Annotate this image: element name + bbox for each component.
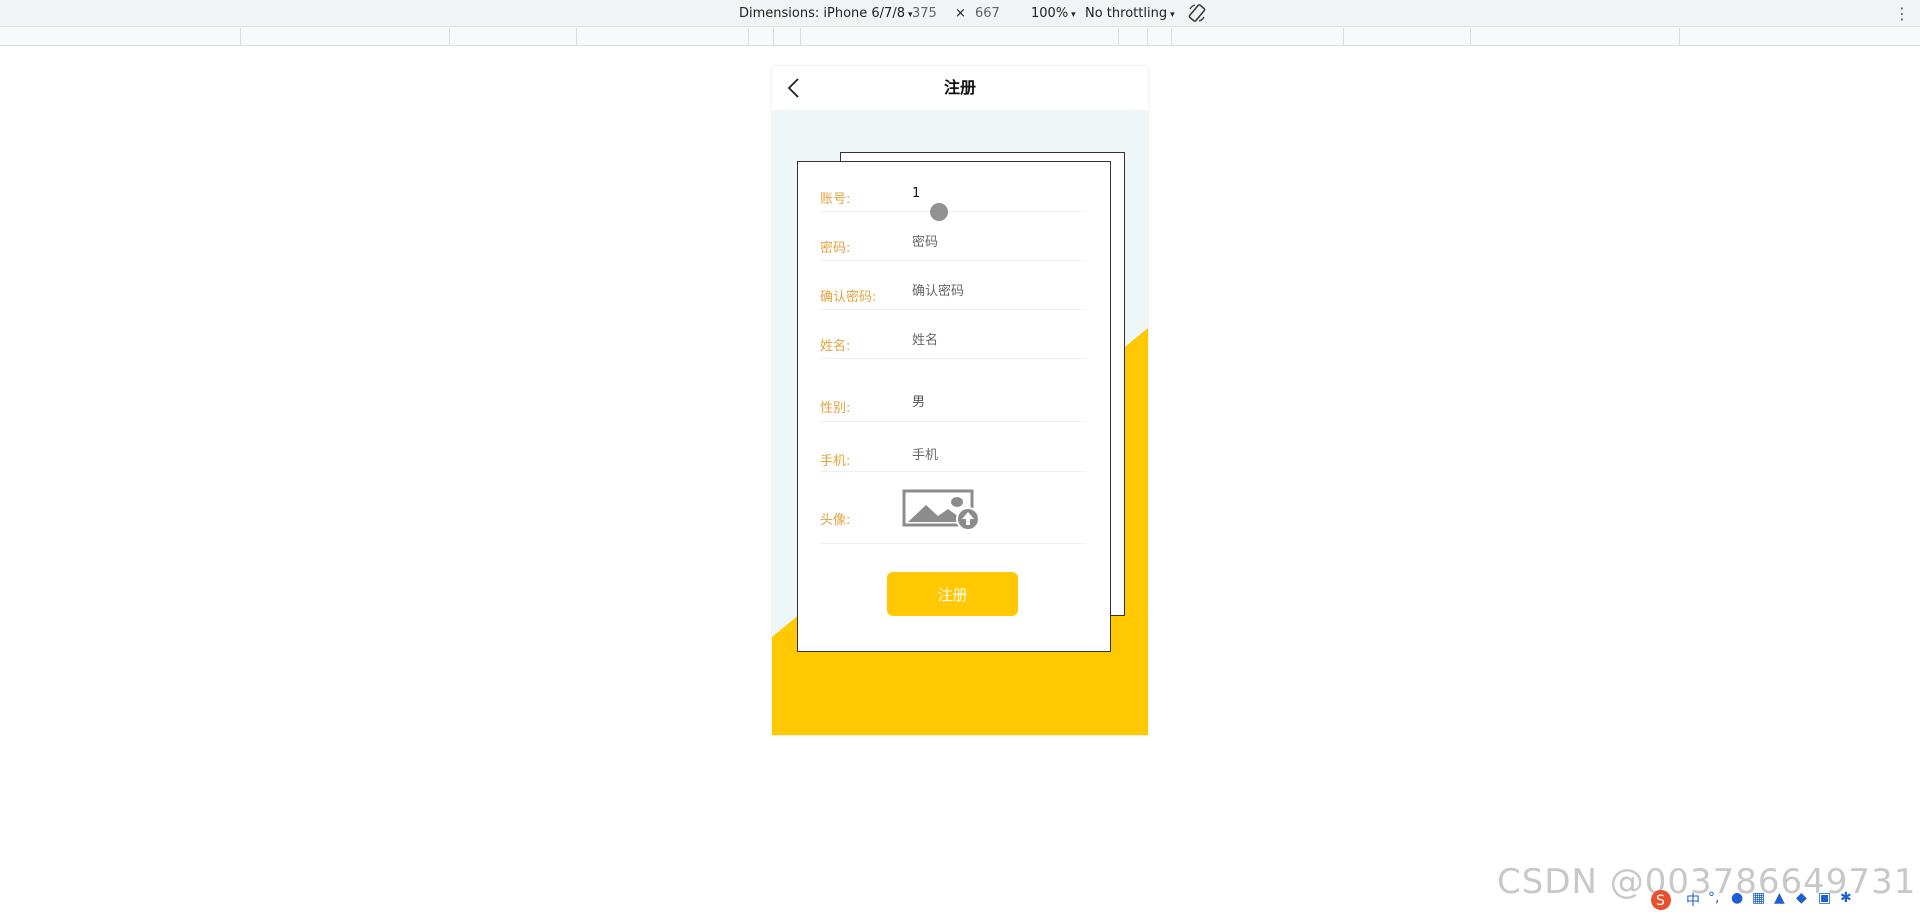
- times-sign: ×: [955, 6, 966, 21]
- password-label: 密码:: [820, 241, 851, 256]
- svg-text:S: S: [1656, 893, 1665, 909]
- name-label: 姓名:: [820, 339, 851, 354]
- account-input[interactable]: [912, 186, 1082, 201]
- phone-label: 手机:: [820, 454, 851, 469]
- form-row-phone: 手机:: [820, 434, 1086, 472]
- register-button[interactable]: 注册: [887, 572, 1018, 616]
- form-row-confirm-password: 确认密码:: [820, 282, 1086, 310]
- caret-down-icon: ▾: [1170, 10, 1175, 20]
- throttling-label: No throttling: [1085, 6, 1168, 21]
- password-input[interactable]: [912, 235, 1082, 250]
- ime-tray: S 中 °, ● ▦ ▲ ◆ ▣ ✱: [1648, 887, 1878, 913]
- device-label: Dimensions: iPhone 6/7/8: [739, 6, 905, 21]
- caret-down-icon: ▾: [1071, 10, 1076, 20]
- mouse-cursor: [930, 203, 948, 221]
- form-row-gender[interactable]: 性别: 男: [820, 380, 1086, 422]
- register-form: 账号: 密码: 确认密码: 姓名: 性别: 男 手机: 头像:: [797, 161, 1111, 652]
- ime-mode-label[interactable]: 中: [1686, 890, 1700, 910]
- form-row-account: 账号:: [820, 184, 1086, 212]
- gamepad-icon[interactable]: ◆: [1796, 890, 1807, 906]
- skin-icon[interactable]: ▲: [1774, 890, 1785, 906]
- gender-label: 性别:: [820, 401, 851, 416]
- width-input[interactable]: 375: [912, 6, 937, 21]
- back-icon[interactable]: [782, 75, 808, 101]
- nav-header: 注册: [772, 66, 1148, 110]
- settings-icon[interactable]: ✱: [1840, 890, 1852, 906]
- sogou-logo-icon[interactable]: S: [1648, 888, 1674, 912]
- height-input[interactable]: 667: [975, 6, 1000, 21]
- toolbox-icon[interactable]: ▣: [1818, 890, 1831, 906]
- device-select[interactable]: Dimensions: iPhone 6/7/8 ▾: [739, 6, 913, 21]
- devtools-toolbar: Dimensions: iPhone 6/7/8 ▾ 375 × 667 100%…: [0, 0, 1920, 27]
- image-upload-icon[interactable]: [902, 489, 982, 531]
- confirm-password-input[interactable]: [912, 284, 1082, 299]
- phone-input[interactable]: [912, 448, 1082, 463]
- zoom-label: 100%: [1031, 6, 1069, 21]
- form-row-password: 密码:: [820, 233, 1086, 261]
- device-ruler: [0, 28, 1920, 46]
- zoom-select[interactable]: 100% ▾: [1031, 6, 1076, 21]
- name-input[interactable]: [912, 333, 1082, 348]
- punctuation-icon[interactable]: °,: [1708, 890, 1719, 906]
- more-icon[interactable]: ⋮: [1894, 4, 1910, 23]
- avatar-label: 头像:: [820, 513, 851, 528]
- form-row-avatar: 头像:: [820, 489, 1086, 544]
- confirm-password-label: 确认密码:: [820, 290, 877, 305]
- page-title: 注册: [943, 78, 976, 97]
- form-row-name: 姓名:: [820, 331, 1086, 359]
- rotate-icon[interactable]: [1187, 3, 1207, 23]
- account-label: 账号:: [820, 192, 851, 207]
- gender-picker[interactable]: 男: [912, 391, 925, 410]
- throttling-select[interactable]: No throttling ▾: [1085, 6, 1175, 21]
- microphone-icon[interactable]: ●: [1731, 890, 1743, 906]
- keyboard-icon[interactable]: ▦: [1752, 890, 1765, 906]
- device-viewport: 注册 账号: 密码: 确认密码: 姓名: 性别: 男 手机:: [772, 66, 1148, 735]
